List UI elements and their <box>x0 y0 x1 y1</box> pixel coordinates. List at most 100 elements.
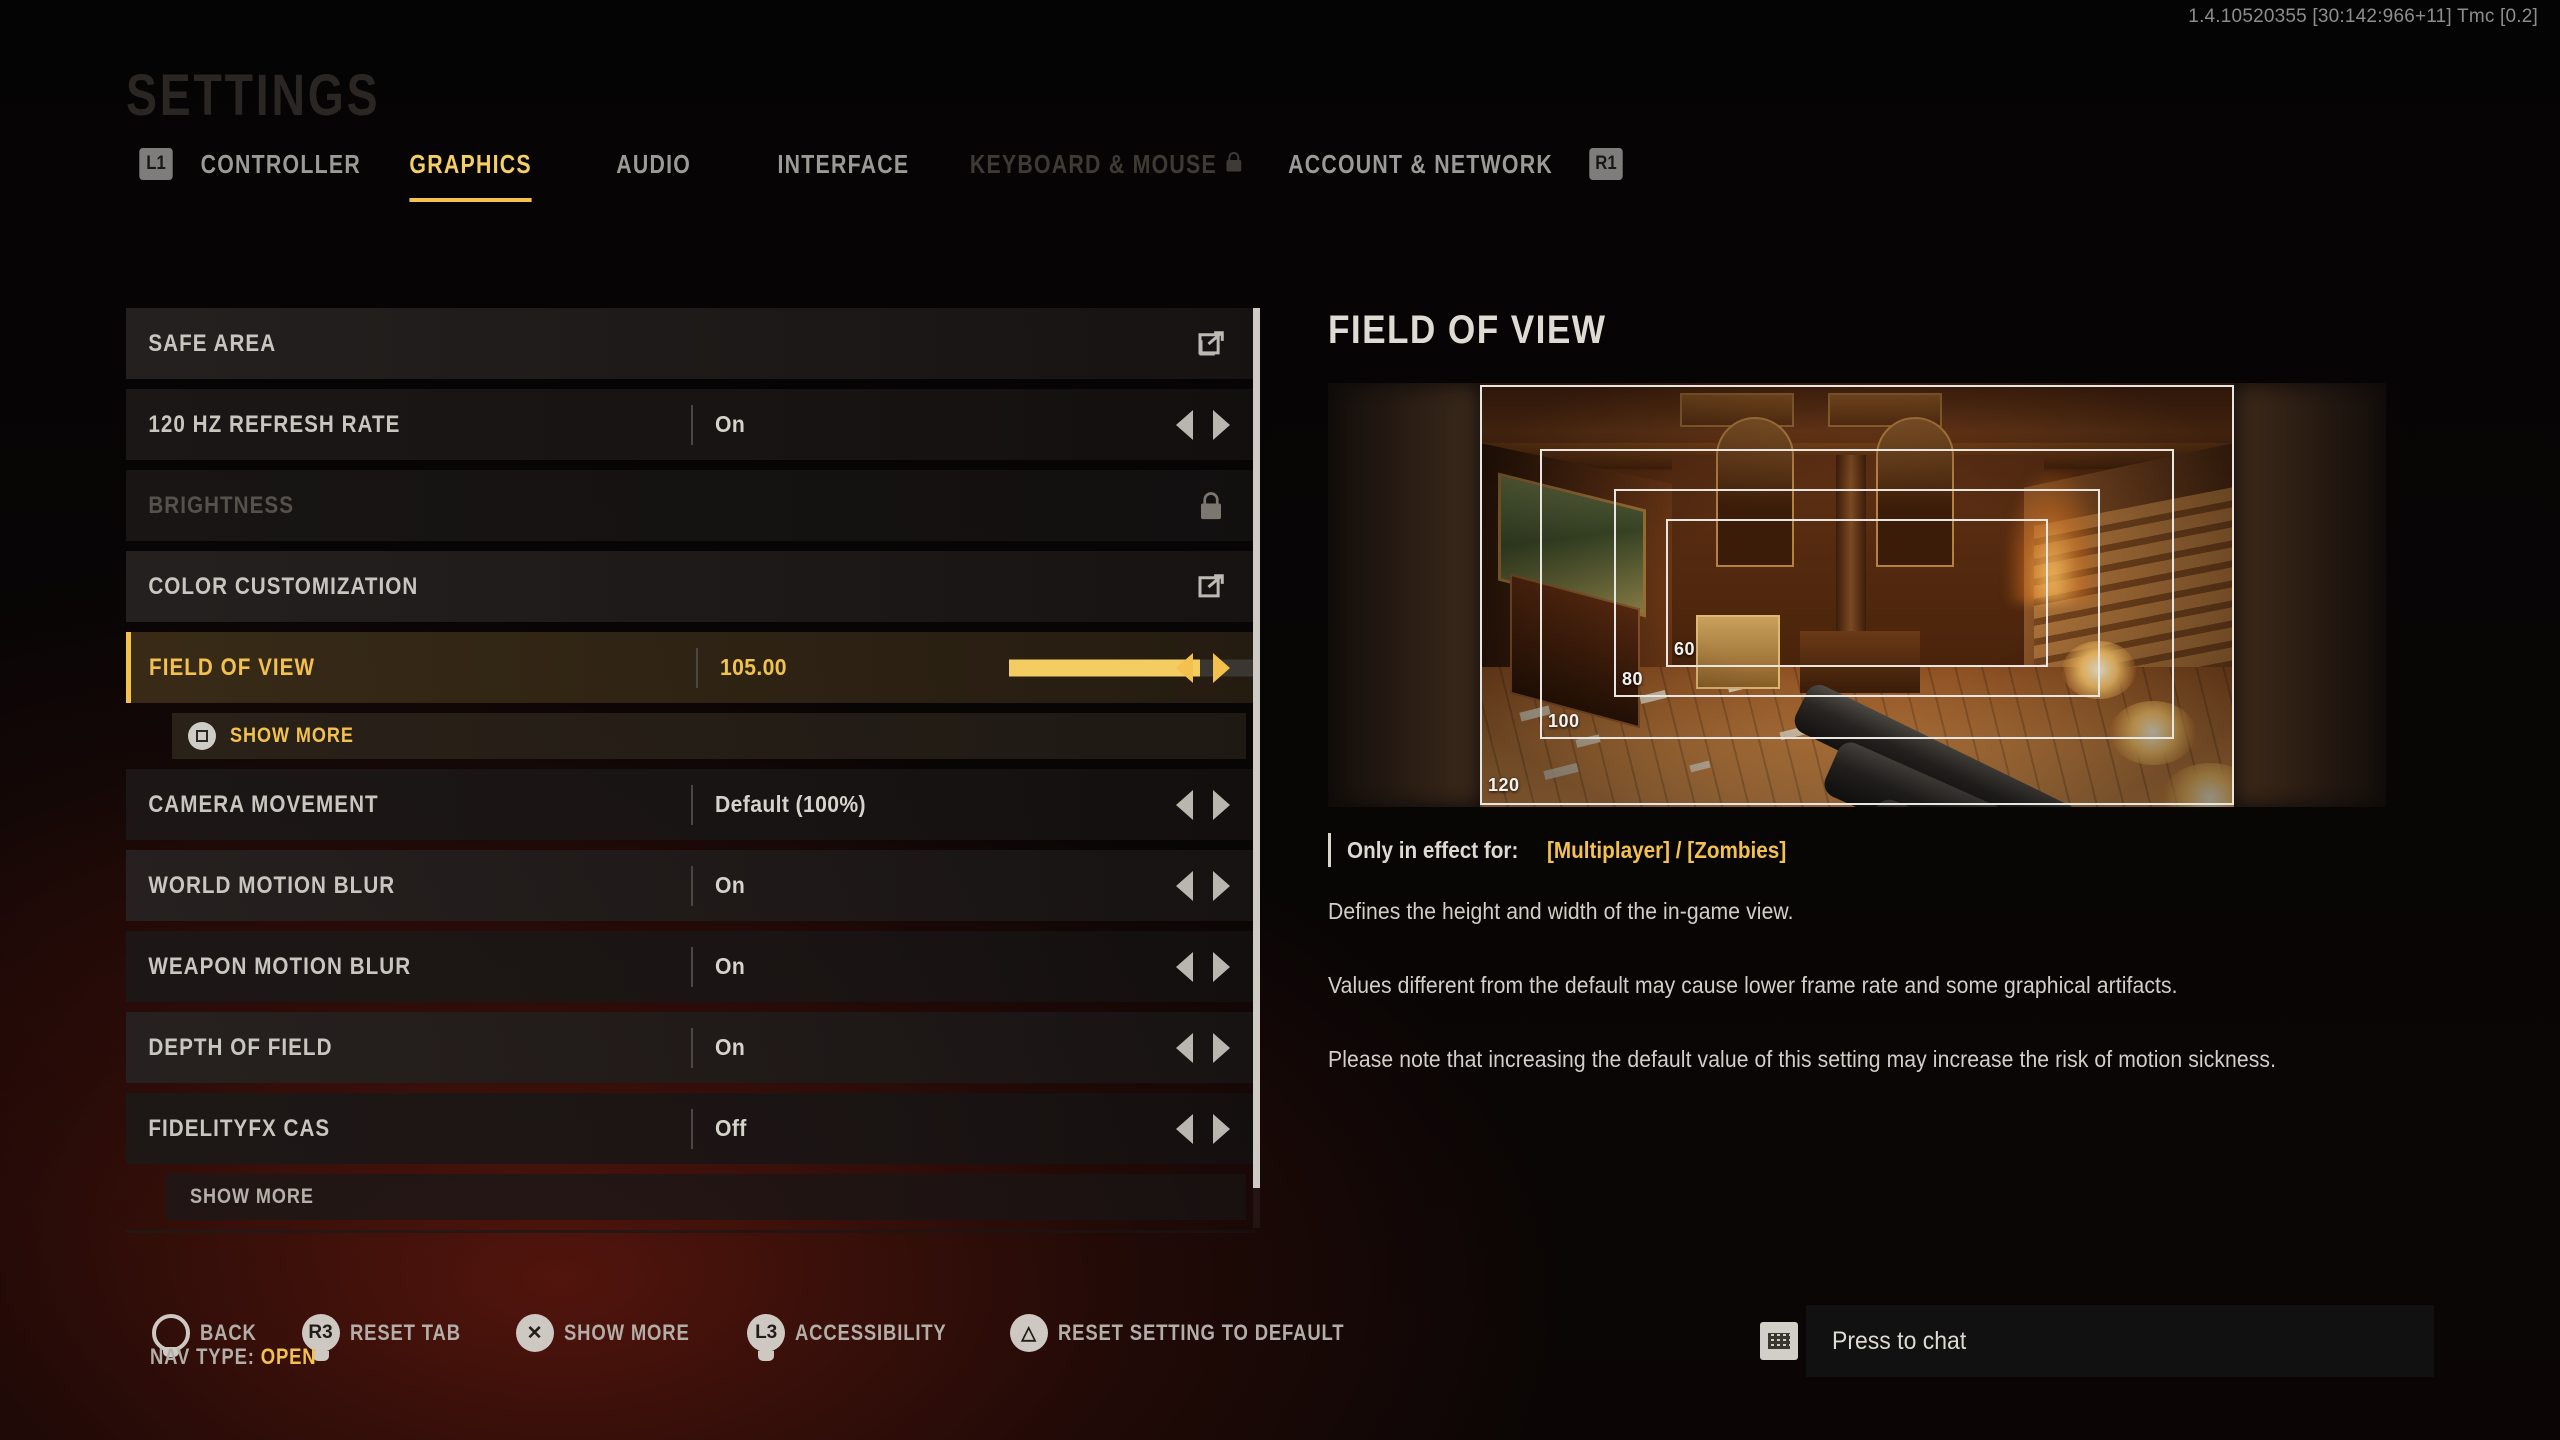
tab-account-and-network-label: ACCOUNT & NETWORK <box>1288 148 1554 179</box>
effect-note-modes: [Multiplayer] / [Zombies] <box>1547 836 1787 863</box>
list-partial-row <box>126 1230 1256 1233</box>
action-bar: BACK R3 RESET TAB ✕ SHOW MORE L3 ACCESSI… <box>152 1314 1399 1361</box>
effect-note-label: Only in effect for: <box>1347 836 1519 863</box>
setting-value-wrap: Off <box>691 1108 749 1149</box>
field-of-view-preview-image: 120 100 80 60 <box>1328 383 2386 807</box>
tab-interface-label: INTERFACE <box>777 148 910 179</box>
tab-interface[interactable]: INTERFACE <box>778 140 910 188</box>
stepper-arrows <box>1176 951 1230 982</box>
detail-paragraph-3: Please note that increasing the default … <box>1328 1045 2277 1072</box>
external-link-icon[interactable] <box>1196 329 1226 359</box>
setting-label: SAFE AREA <box>148 329 277 357</box>
action-back-label: BACK <box>200 1320 257 1345</box>
external-link-icon[interactable] <box>1196 572 1226 602</box>
tab-graphics-label: GRAPHICS <box>409 148 533 179</box>
settings-list-scrollbar[interactable] <box>1253 308 1260 1228</box>
show-more-label: SHOW MORE <box>230 724 354 747</box>
stepper-previous-arrow[interactable] <box>1176 652 1193 683</box>
preview-right-blur <box>2234 383 2386 807</box>
action-reset-tab[interactable]: R3 RESET TAB <box>301 1314 482 1361</box>
setting-value: On <box>715 872 746 898</box>
detail-title: FIELD OF VIEW <box>1328 308 1607 352</box>
show-more-bottom-button[interactable]: SHOW MORE <box>166 1174 1246 1220</box>
detail-paragraph-2: Values different from the default may ca… <box>1328 971 2178 998</box>
setting-row-color-customization[interactable]: COLOR CUSTOMIZATION <box>126 551 1256 622</box>
slider-fill <box>1009 659 1200 676</box>
fov-frame-120-label: 120 <box>1488 775 1520 795</box>
effect-note: Only in effect for: [Multiplayer] / [Zom… <box>1328 833 2418 867</box>
setting-label: DEPTH OF FIELD <box>148 1033 333 1061</box>
fov-frame-80-label: 80 <box>1622 669 1644 689</box>
stepper-previous-arrow[interactable] <box>1176 870 1193 901</box>
stepper-arrows <box>1176 409 1230 440</box>
setting-row-depth-of-field[interactable]: DEPTH OF FIELD On <box>126 1012 1256 1083</box>
scrollbar-thumb[interactable] <box>1253 308 1260 1188</box>
setting-row-field-of-view[interactable]: FIELD OF VIEW 105.00 <box>126 632 1256 703</box>
tab-keyboard-and-mouse-label: KEYBOARD & MOUSE <box>970 148 1218 179</box>
tab-controller[interactable]: CONTROLLER <box>201 140 361 188</box>
tab-bar: L1 CONTROLLER GRAPHICS AUDIO INTERFACE K… <box>126 140 1636 202</box>
action-reset-setting-to-default[interactable]: △ RESET SETTING TO DEFAULT <box>1009 1314 1399 1352</box>
setting-row-safe-area[interactable]: SAFE AREA <box>126 308 1256 379</box>
setting-value-wrap: 105.00 <box>696 647 793 688</box>
stepper-previous-arrow[interactable] <box>1176 409 1193 440</box>
stepper-previous-arrow[interactable] <box>1176 1113 1193 1144</box>
fov-frame-60-label: 60 <box>1674 639 1696 659</box>
setting-label: WEAPON MOTION BLUR <box>148 952 412 980</box>
stepper-next-arrow[interactable] <box>1213 1032 1230 1063</box>
show-more-button[interactable]: SHOW MORE <box>172 713 1246 759</box>
right-bumper-hint: R1 <box>1576 140 1636 188</box>
stepper-arrows <box>1176 1032 1230 1063</box>
settings-screen: 1.4.10520355 [30:142:966+11] Tmc [0.2] S… <box>0 0 2560 1440</box>
setting-row-weapon-motion-blur[interactable]: WEAPON MOTION BLUR On <box>126 931 1256 1002</box>
setting-label: WORLD MOTION BLUR <box>148 871 396 899</box>
tab-controller-label: CONTROLLER <box>200 148 362 179</box>
action-reset-setting-label: RESET SETTING TO DEFAULT <box>1057 1320 1345 1345</box>
nav-type-value: OPEN <box>260 1344 317 1369</box>
setting-row-world-motion-blur[interactable]: WORLD MOTION BLUR On <box>126 850 1256 921</box>
preview-left-blur <box>1328 383 1480 807</box>
tab-active-underline <box>409 198 533 202</box>
chat-bar[interactable]: Press to chat <box>1760 1305 2434 1377</box>
action-reset-tab-label: RESET TAB <box>349 1320 461 1345</box>
setting-value: 105.00 <box>720 654 787 680</box>
touchpad-icon <box>1760 1322 1798 1360</box>
tab-keyboard-and-mouse[interactable]: KEYBOARD & MOUSE <box>970 140 1242 188</box>
lock-icon <box>1226 149 1244 180</box>
tab-account-and-network[interactable]: ACCOUNT & NETWORK <box>1289 140 1554 188</box>
settings-list[interactable]: SAFE AREA 120 HZ REFRESH RATE On BRIGHTN… <box>126 308 1256 1233</box>
stepper-arrows <box>1176 652 1230 683</box>
tab-audio[interactable]: AUDIO <box>616 140 691 188</box>
lock-icon <box>1198 491 1224 521</box>
setting-row-brightness: BRIGHTNESS <box>126 470 1256 541</box>
stepper-next-arrow[interactable] <box>1213 409 1230 440</box>
fov-frame-60 <box>1666 519 2048 667</box>
setting-value: On <box>715 953 746 979</box>
stepper-next-arrow[interactable] <box>1213 870 1230 901</box>
setting-row-camera-movement[interactable]: CAMERA MOVEMENT Default (100%) <box>126 769 1256 840</box>
cross-button-icon: ✕ <box>515 1314 554 1352</box>
setting-label: CAMERA MOVEMENT <box>148 790 379 818</box>
setting-row-fidelityfx-cas[interactable]: FIDELITYFX CAS Off <box>126 1093 1256 1164</box>
stepper-previous-arrow[interactable] <box>1176 789 1193 820</box>
action-show-more[interactable]: ✕ SHOW MORE <box>515 1314 714 1352</box>
action-accessibility[interactable]: L3 ACCESSIBILITY <box>747 1314 975 1361</box>
setting-value: Default (100%) <box>715 791 866 817</box>
setting-label: FIELD OF VIEW <box>149 653 315 681</box>
stepper-next-arrow[interactable] <box>1213 789 1230 820</box>
stepper-next-arrow[interactable] <box>1213 652 1230 683</box>
setting-value-wrap: On <box>691 1027 748 1068</box>
detail-panel: FIELD OF VIEW 120 100 80 60 Only in effe… <box>1328 308 2418 1073</box>
setting-label: COLOR CUSTOMIZATION <box>148 572 419 600</box>
setting-label: 120 HZ REFRESH RATE <box>148 410 401 438</box>
page-title: SETTINGS <box>126 63 381 128</box>
setting-value: Off <box>715 1115 747 1141</box>
setting-row-120-hz-refresh-rate[interactable]: 120 HZ REFRESH RATE On <box>126 389 1256 460</box>
tab-graphics[interactable]: GRAPHICS <box>409 140 533 202</box>
stepper-previous-arrow[interactable] <box>1176 951 1193 982</box>
stepper-next-arrow[interactable] <box>1213 1113 1230 1144</box>
stepper-next-arrow[interactable] <box>1213 951 1230 982</box>
stepper-previous-arrow[interactable] <box>1176 1032 1193 1063</box>
square-button-icon <box>188 722 216 750</box>
setting-value: On <box>715 1034 746 1060</box>
